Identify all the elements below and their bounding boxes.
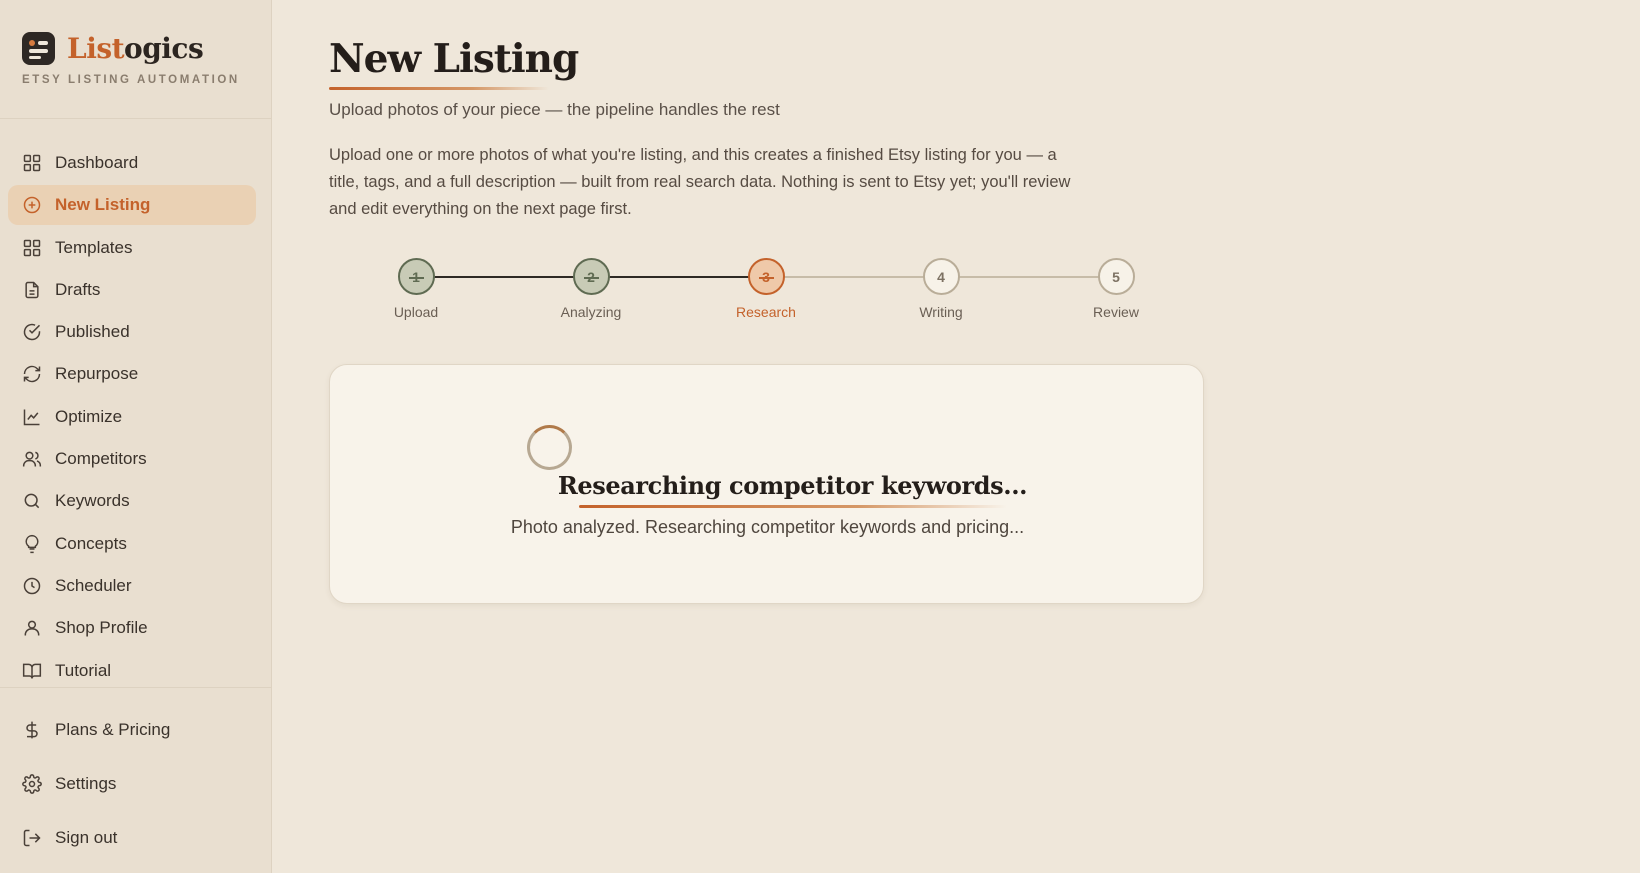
step-circle: 3 (747, 258, 785, 295)
sign-out-icon (23, 829, 41, 846)
step-upload: 1 Upload (356, 258, 476, 320)
divider (0, 687, 271, 688)
sidebar-item-label: Shop Profile (55, 618, 148, 638)
sidebar-lower-nav: Plans & Pricing Settings Sign out (8, 709, 256, 871)
sidebar-item-shop-profile[interactable]: Shop Profile (8, 608, 256, 648)
refresh-icon (23, 366, 41, 383)
sidebar-item-new-listing[interactable]: New Listing (8, 185, 256, 226)
status-title-underline (579, 505, 1007, 508)
sidebar-item-label: New Listing (55, 195, 151, 215)
sidebar-item-label: Templates (55, 237, 133, 257)
grid-icon (23, 154, 41, 172)
sidebar-item-label: Tutorial (55, 660, 112, 680)
dollar-icon (26, 721, 38, 738)
lightbulb-icon (25, 534, 39, 553)
sidebar-item-published[interactable]: Published (8, 312, 256, 352)
file-icon (25, 281, 39, 299)
plus-circle-icon (23, 197, 41, 214)
step-label: Research (736, 304, 796, 320)
title-underline (329, 87, 549, 90)
sidebar-nav: Dashboard New Listing Templates Drafts P… (8, 143, 256, 693)
sidebar-item-label: Optimize (55, 406, 123, 426)
sidebar-item-templates[interactable]: Templates (8, 228, 256, 268)
sidebar-item-competitors[interactable]: Competitors (8, 439, 256, 479)
line-chart-icon (23, 409, 40, 426)
search-icon (24, 493, 40, 509)
step-circle: 2 (572, 258, 610, 295)
step-label: Upload (393, 304, 439, 320)
step-research: 3 Research (706, 258, 826, 320)
step-label: Writing (919, 304, 963, 320)
page-intro: Upload one or more photos of what you're… (329, 146, 1071, 218)
brand-tagline: ETSY LISTING AUTOMATION (22, 74, 240, 86)
sidebar-item-keywords[interactable]: Keywords (8, 481, 256, 521)
sidebar-item-label: Settings (55, 773, 117, 793)
sidebar-item-label: Repurpose (55, 364, 139, 384)
status-title: Researching competitor keywords... (557, 471, 1028, 500)
book-icon (22, 663, 42, 679)
sidebar-item-settings[interactable]: Settings (8, 763, 256, 804)
sidebar-item-label: Dashboard (55, 153, 139, 172)
step-analyzing: 2 Analyzing (531, 258, 651, 320)
sidebar-item-scheduler[interactable]: Scheduler (8, 566, 256, 606)
sidebar-item-repurpose[interactable]: Repurpose (8, 354, 256, 394)
gear-icon (22, 773, 42, 794)
status-card: Researching competitor keywords... Photo… (329, 364, 1204, 604)
sidebar-item-drafts[interactable]: Drafts (8, 270, 256, 310)
brand[interactable]: Listogics ETSY LISTING AUTOMATION (22, 32, 240, 86)
clock-icon (23, 577, 41, 595)
sidebar-item-plans-pricing[interactable]: Plans & Pricing (8, 709, 256, 750)
page-subtitle: Upload photos of your piece — the pipeli… (329, 100, 780, 119)
step-label: Analyzing (560, 304, 622, 320)
sidebar-item-tutorial[interactable]: Tutorial (8, 651, 256, 691)
sidebar-item-sign-out[interactable]: Sign out (8, 817, 256, 858)
step-circle: 5 (1097, 258, 1135, 295)
sidebar-item-label: Sign out (55, 827, 118, 847)
users-icon (22, 451, 42, 467)
sidebar-item-optimize[interactable]: Optimize (8, 397, 256, 437)
sidebar: Listogics ETSY LISTING AUTOMATION Dashbo… (0, 0, 272, 873)
brand-name: Listogics (67, 32, 204, 65)
sidebar-item-dashboard[interactable]: Dashboard (8, 143, 256, 183)
check-circle-icon (23, 323, 41, 341)
logo-icon (22, 32, 55, 65)
sidebar-item-label: Drafts (55, 279, 101, 299)
step-writing: 4 Writing (881, 258, 1001, 320)
user-icon (24, 620, 40, 636)
step-circle: 1 (397, 258, 435, 295)
grid-icon (23, 239, 41, 256)
sidebar-item-concepts[interactable]: Concepts (8, 524, 256, 564)
page-title: New Listing (329, 36, 579, 82)
step-circle: 4 (922, 258, 960, 295)
sidebar-item-label: Published (55, 322, 130, 342)
loading-spinner-icon (527, 425, 572, 470)
divider (0, 118, 271, 119)
sidebar-item-label: Plans & Pricing (55, 719, 171, 739)
step-review: 5 Review (1056, 258, 1176, 320)
status-message: Photo analyzed. Researching competitor k… (510, 517, 1025, 537)
sidebar-item-label: Scheduler (55, 575, 132, 595)
step-label: Review (1093, 304, 1139, 320)
sidebar-item-label: Keywords (55, 491, 130, 511)
sidebar-item-label: Competitors (55, 449, 147, 469)
progress-stepper: 1 Upload 2 Analyzing 3 Research 4 Writin… (329, 258, 1209, 328)
sidebar-item-label: Concepts (55, 533, 127, 553)
